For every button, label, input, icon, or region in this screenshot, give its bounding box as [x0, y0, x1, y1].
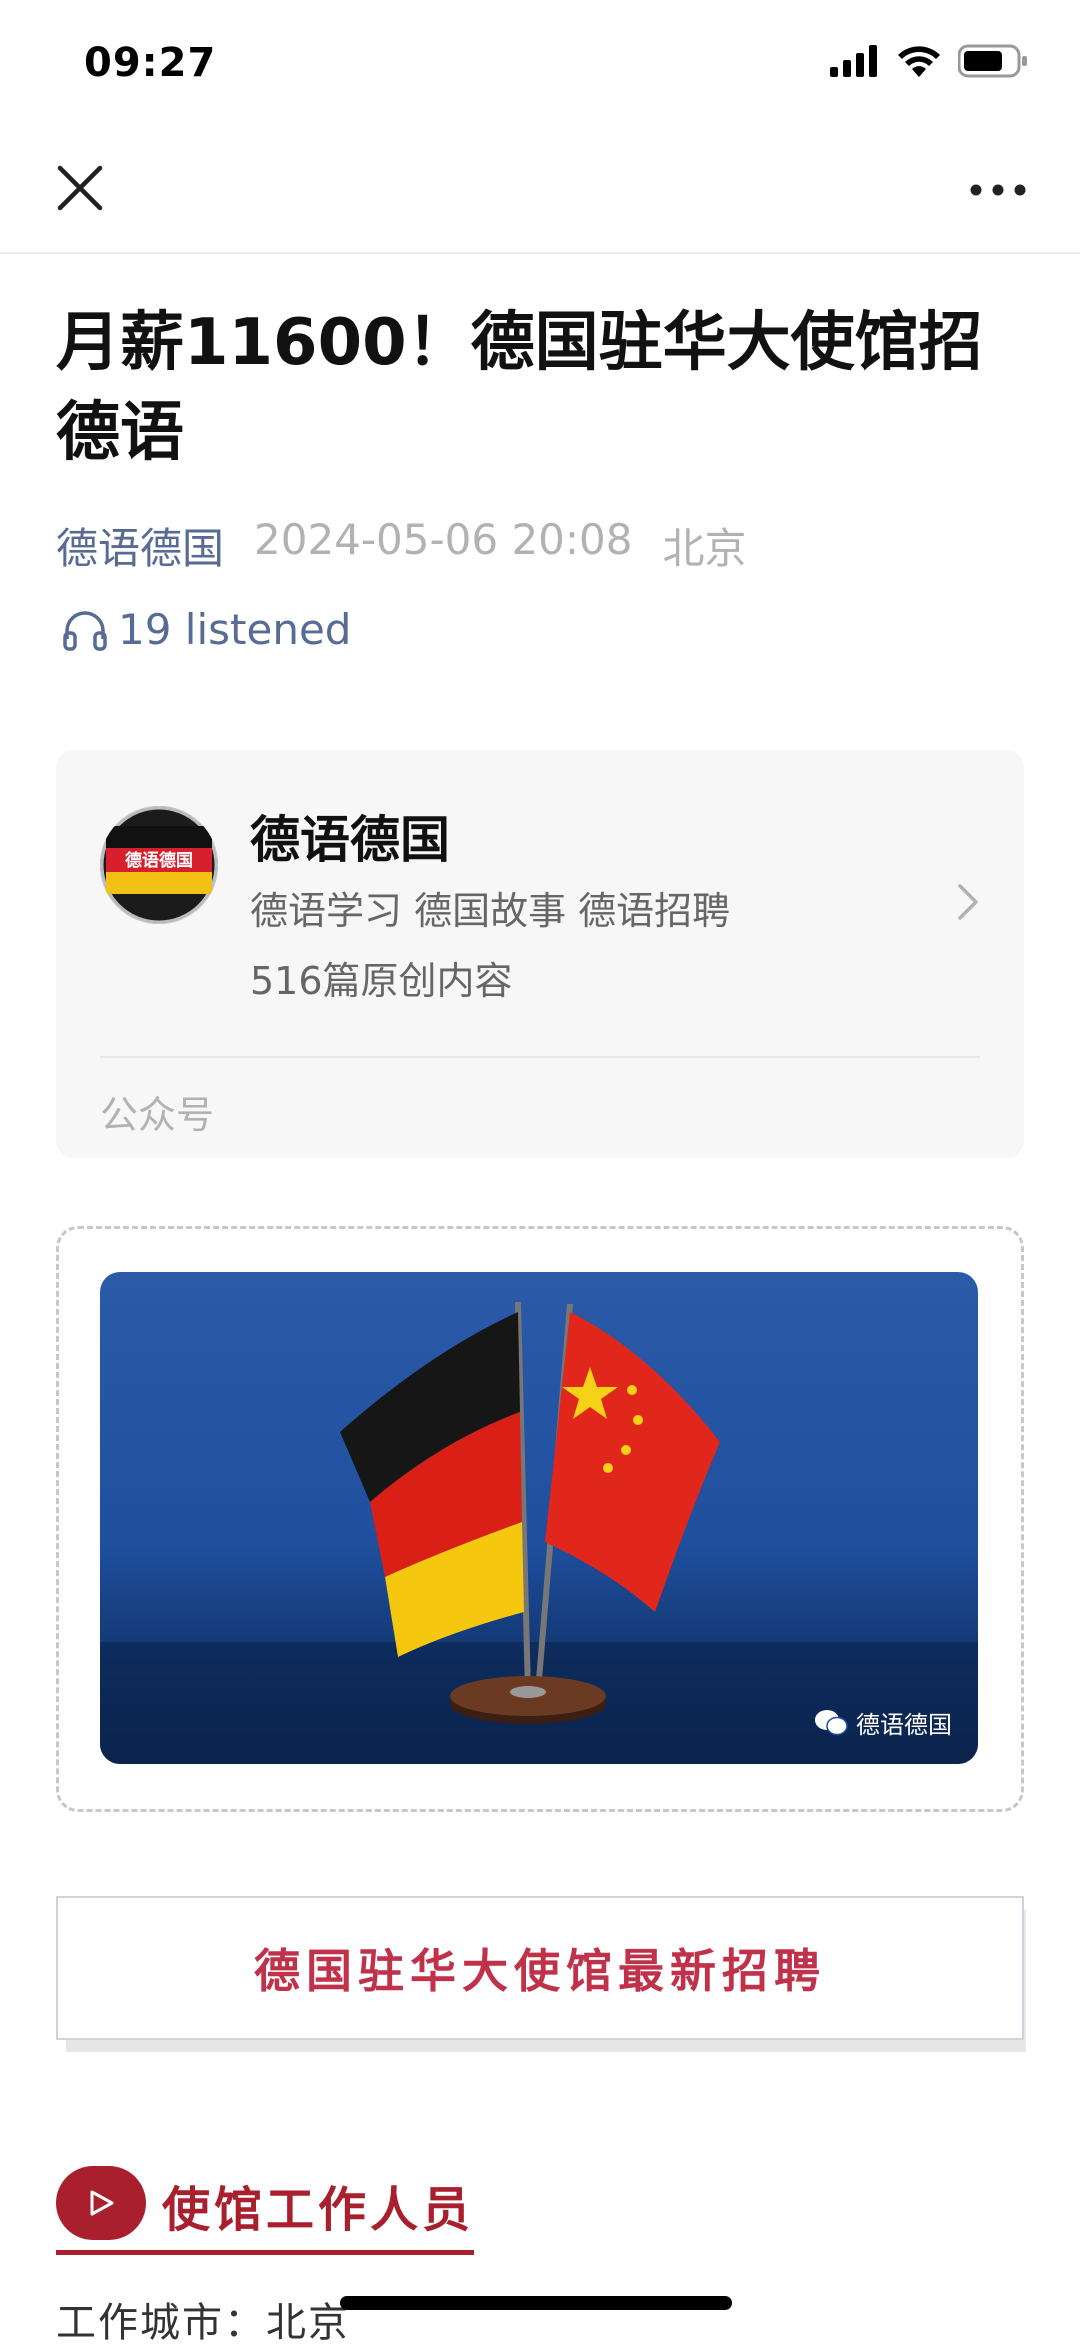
section-play-badge — [56, 2166, 146, 2240]
battery-icon — [958, 44, 1027, 78]
wifi-icon — [898, 46, 940, 77]
more-button[interactable] — [968, 175, 1028, 205]
cover-watermark-text: 德语德国 — [856, 1711, 952, 1739]
more-icon — [970, 184, 1026, 196]
account-description: 德语学习 德国故事 德语招聘 — [250, 889, 731, 933]
account-name: 德语德国 — [250, 811, 450, 869]
close-button[interactable] — [52, 160, 108, 216]
banner-text: 德国驻华大使馆最新招聘 — [254, 1944, 826, 1998]
cover-image[interactable]: 德语德国 — [100, 1272, 978, 1764]
play-icon — [90, 2190, 114, 2216]
account-type-label: 公众号 — [100, 1093, 215, 1137]
listen-count[interactable]: 19 listened — [62, 605, 351, 654]
recruitment-banner: 德国驻华大使馆最新招聘 — [56, 1896, 1024, 2040]
avatar-logo-text: 德语德国 — [125, 850, 193, 871]
work-city-line: 工作城市：北京 — [56, 2300, 350, 2346]
section-title: 使馆工作人员 — [162, 2182, 475, 2238]
chevron-right-icon — [956, 882, 980, 922]
section-underline — [56, 2250, 474, 2255]
publish-location: 北京 — [662, 524, 747, 573]
flags-illustration — [100, 1272, 978, 1764]
account-link[interactable]: 德语德国 — [56, 515, 224, 576]
original-count: 516篇原创内容 — [250, 959, 513, 1003]
article-title: 月薪11600！德国驻华大使馆招德语 — [56, 306, 983, 470]
headphones-icon — [63, 610, 107, 651]
nav-divider — [0, 252, 1080, 254]
home-indicator[interactable] — [340, 2296, 732, 2310]
article-meta: 德语德国 2024-05-06 20:08 北京 — [56, 515, 747, 576]
wechat-icon — [815, 1709, 848, 1735]
cover-watermark: 德语德国 — [814, 1705, 952, 1740]
account-profile-card[interactable]: 德语德国 德语德国 德语学习 德国故事 德语招聘 516篇原创内容 公众号 — [56, 750, 1024, 1158]
status-icons — [830, 44, 1028, 78]
listen-count-text: 19 listened — [118, 605, 352, 654]
account-avatar: 德语德国 — [100, 806, 218, 924]
card-divider — [100, 1056, 980, 1058]
status-time: 09:27 — [84, 40, 217, 86]
publish-date: 2024-05-06 20:08 — [254, 515, 633, 564]
close-icon — [57, 165, 103, 211]
cellular-signal-icon — [830, 45, 877, 77]
